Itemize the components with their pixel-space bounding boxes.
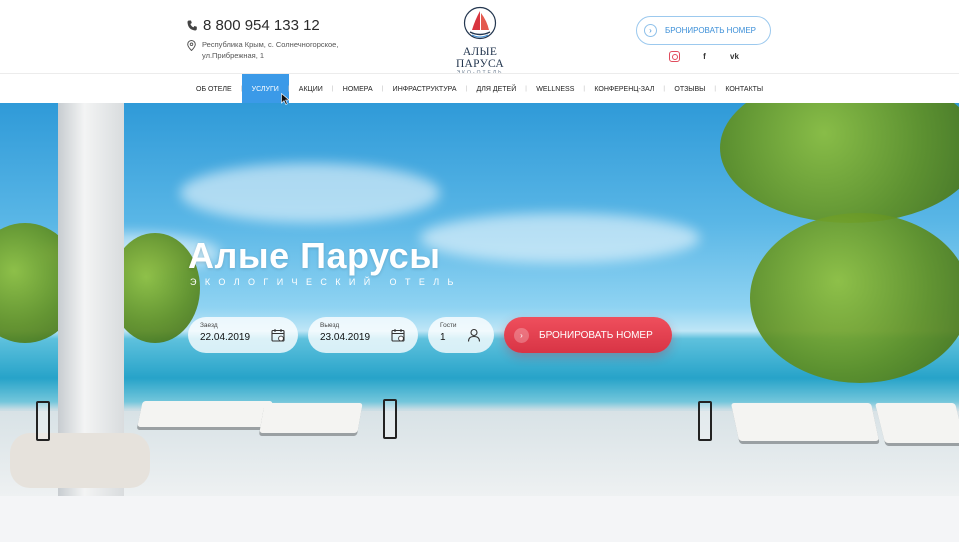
- sun-lounger: [259, 403, 363, 433]
- cloud-shape: [180, 163, 440, 223]
- facebook-icon[interactable]: f: [699, 51, 710, 62]
- nav-item[interactable]: ДЛЯ ДЕТЕЙ: [466, 74, 527, 104]
- hero-book-label: БРОНИРОВАТЬ НОМЕР: [539, 329, 653, 341]
- nav-item[interactable]: WELLNESS: [525, 74, 584, 104]
- address-line-1: Республика Крым, с. Солнечногорское,: [202, 40, 339, 49]
- nav-list: ОБ ОТЕЛЕУСЛУГИАКЦИИНОМЕРАИНФРАСТРУКТУРАД…: [186, 74, 773, 104]
- hero-subtitle: Экологический отель: [190, 277, 462, 287]
- social-links: f vk: [669, 51, 740, 62]
- outdoor-sofa: [10, 433, 150, 488]
- checkout-field[interactable]: Выезд 23.04.2019: [308, 317, 418, 353]
- calendar-icon[interactable]: [391, 328, 405, 342]
- tree-foliage: [720, 103, 959, 223]
- nav-item[interactable]: ИНФРАСТРУКТУРА: [382, 74, 467, 104]
- address-line-2: ул.Прибрежная, 1: [202, 51, 265, 60]
- guests-field[interactable]: Гости 1: [428, 317, 494, 353]
- instagram-icon[interactable]: [669, 51, 680, 62]
- phone-text: 8 800 954 133 12: [203, 17, 320, 34]
- arrow-right-icon: ›: [644, 24, 657, 37]
- nav-item[interactable]: КОНФЕРЕНЦ-ЗАЛ: [583, 74, 664, 104]
- hero-banner: Алые Парусы Экологический отель Заезд 22…: [0, 103, 959, 496]
- hotel-logo[interactable]: АЛЫЕ ПАРУСА ЭКО-ОТЕЛЬ: [438, 6, 522, 76]
- nav-item[interactable]: НОМЕРА: [332, 74, 383, 104]
- cloud-shape: [420, 213, 700, 263]
- nav-item[interactable]: ОТЗЫВЫ: [663, 74, 715, 104]
- header-book-button[interactable]: › БРОНИРОВАТЬ НОМЕР: [636, 16, 771, 45]
- lantern: [698, 401, 712, 441]
- logo-sail-icon: [463, 6, 497, 40]
- vk-icon[interactable]: vk: [729, 51, 740, 62]
- mouse-cursor-icon: [281, 93, 290, 105]
- nav-item[interactable]: КОНТАКТЫ: [714, 74, 773, 104]
- location-pin-icon: [187, 40, 196, 51]
- address: Республика Крым, с. Солнечногорское, ул.…: [187, 39, 338, 61]
- calendar-icon[interactable]: [271, 328, 285, 342]
- user-icon: [467, 328, 481, 342]
- nav-item[interactable]: ОБ ОТЕЛЕ: [186, 74, 242, 104]
- sun-lounger: [137, 401, 273, 427]
- phone-icon: [187, 20, 197, 31]
- next-section: [0, 496, 959, 542]
- phone-number[interactable]: 8 800 954 133 12: [187, 17, 320, 34]
- tree-foliage: [750, 213, 959, 383]
- sun-lounger: [875, 403, 959, 443]
- nav-item[interactable]: АКЦИИ: [288, 74, 333, 104]
- site-header: 8 800 954 133 12 Республика Крым, с. Сол…: [0, 0, 959, 76]
- lantern: [383, 399, 397, 439]
- main-nav: ОБ ОТЕЛЕУСЛУГИАКЦИИНОМЕРАИНФРАСТРУКТУРАД…: [0, 73, 959, 104]
- checkin-field[interactable]: Заезд 22.04.2019: [188, 317, 298, 353]
- logo-name: АЛЫЕ ПАРУСА: [455, 46, 505, 70]
- hero-book-button[interactable]: › БРОНИРОВАТЬ НОМЕР: [504, 317, 672, 353]
- lantern: [36, 401, 50, 441]
- arrow-right-icon: ›: [514, 327, 529, 343]
- hero-title: Алые Парусы: [188, 235, 441, 276]
- header-book-label: БРОНИРОВАТЬ НОМЕР: [665, 26, 757, 35]
- sun-lounger: [730, 403, 880, 441]
